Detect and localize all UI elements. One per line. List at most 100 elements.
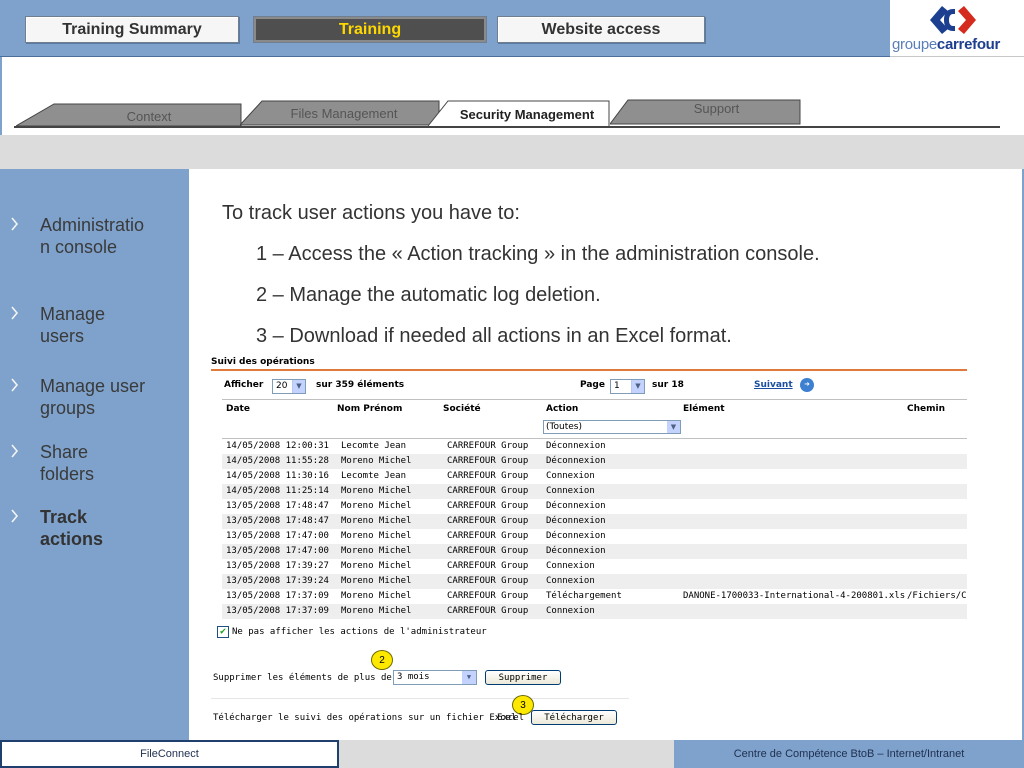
column-header-date[interactable]: Date [226,404,250,414]
cell-name: Moreno Michel [341,531,412,541]
table-row[interactable]: 14/05/2008 11:55:28 Moreno Michel CARREFOU… [222,454,967,469]
cell-action: Connexion [546,471,595,481]
chevron-right-icon [11,217,19,231]
table-row[interactable]: 13/05/2008 17:37:09 Moreno Michel CARREFOU… [222,589,967,604]
tab-security-management[interactable]: Security Management [428,100,610,127]
cell-company: CARREFOUR Group [447,531,529,541]
sidebar-item-administration-console[interactable]: Administration console [0,214,189,258]
table-row[interactable]: 13/05/2008 17:47:00 Moreno Michel CARREFOU… [222,529,967,544]
cell-date: 14/05/2008 11:30:16 [226,471,329,481]
download-button[interactable]: Télécharger [531,710,617,725]
action-filter-select[interactable]: (Toutes) ▼ [543,420,681,434]
intro-text: To track user actions you have to: [222,202,520,224]
table-header: Date Nom Prénom Société Action Elément C… [222,399,967,439]
carrefour-logo: groupecarrefour [890,0,1024,57]
cell-date: 13/05/2008 17:37:09 [226,591,329,601]
cell-action: Déconnexion [546,441,606,451]
page-select[interactable]: 1 ▼ [610,379,645,394]
page-total-text: sur 18 [652,380,684,390]
cell-name: Moreno Michel [341,546,412,556]
column-header-path[interactable]: Chemin [907,404,945,414]
sidebar-item-label: Track actions [40,507,104,549]
cell-date: 13/05/2008 17:48:47 [226,501,329,511]
cell-date: 14/05/2008 11:55:28 [226,456,329,466]
delete-button[interactable]: Supprimer [485,670,561,685]
delete-label: Supprimer les éléments de plus de [213,673,392,683]
hide-admin-label: Ne pas afficher les actions de l'adminis… [232,627,487,637]
table-row[interactable]: 14/05/2008 12:00:31 Lecomte Jean CARREFOUR… [222,439,967,454]
step-1-text: 1 – Access the « Action tracking » in th… [256,243,820,265]
tab-support[interactable]: Support [610,99,801,125]
table-row[interactable]: 13/05/2008 17:39:24 Moreno Michel CARREFOU… [222,574,967,589]
cell-name: Moreno Michel [341,516,412,526]
table-row[interactable]: 13/05/2008 17:47:00 Moreno Michel CARREFOU… [222,544,967,559]
separator-band [0,135,1024,169]
section-divider [211,698,629,699]
chevron-down-icon: ▼ [462,671,476,684]
cell-company: CARREFOUR Group [447,501,529,511]
cell-date: 13/05/2008 17:47:00 [226,546,329,556]
chevron-down-icon: ▼ [631,380,644,393]
table-row[interactable]: 13/05/2008 17:37:09 Moreno Michel CARREFOU… [222,604,967,619]
tab-files-management[interactable]: Files Management [240,100,440,126]
chevron-right-icon [11,509,19,523]
nav-training-summary-button[interactable]: Training Summary [25,16,239,43]
sidebar-item-label: Manage users [40,304,106,346]
column-header-element[interactable]: Elément [683,404,725,414]
cell-action: Connexion [546,576,595,586]
cell-date: 14/05/2008 12:00:31 [226,441,329,451]
cell-date: 14/05/2008 11:25:14 [226,486,329,496]
table-body: 14/05/2008 12:00:31 Lecomte Jean CARREFOUR… [222,439,967,619]
afficher-label: Afficher [224,380,264,390]
cell-company: CARREFOUR Group [447,606,529,616]
download-label: Télécharger le suivi des opérations sur … [213,713,517,723]
cell-company: CARREFOUR Group [447,561,529,571]
cell-company: CARREFOUR Group [447,486,529,496]
footer-organization: Centre de Compétence BtoB – Internet/Int… [674,740,1024,768]
table-row[interactable]: 14/05/2008 11:30:16 Lecomte Jean CARREFOUR… [222,469,967,484]
next-page-link[interactable]: Suivant [754,380,793,390]
callout-badge-2: 2 [371,650,393,670]
cell-action: Déconnexion [546,531,606,541]
main-content: To track user actions you have to: 1 – A… [189,169,1024,740]
tab-context[interactable]: Context [16,103,242,127]
cell-date: 13/05/2008 17:48:47 [226,516,329,526]
cell-name: Moreno Michel [341,591,412,601]
sidebar-item-label: Manage user groups [40,376,146,418]
sidebar-item-track-actions[interactable]: Track actions [0,506,189,550]
carrefour-mark-icon [930,6,976,34]
download-format-text: Excel [497,713,525,723]
action-tracking-screenshot: Suivi des opérations Afficher 20 ▼ sur 3… [211,354,967,740]
cell-company: CARREFOUR Group [447,546,529,556]
nav-website-access-button[interactable]: Website access [497,16,705,43]
cell-name: Moreno Michel [341,561,412,571]
table-row[interactable]: 13/05/2008 17:48:47 Moreno Michel CARREFOU… [222,499,967,514]
next-arrow-icon[interactable]: ➜ [800,378,814,392]
top-nav-bar: Training Summary Training Website access [0,0,890,57]
column-header-company[interactable]: Société [443,404,481,414]
sidebar-item-manage-user-groups[interactable]: Manage user groups [0,375,189,419]
column-header-action[interactable]: Action [546,404,578,414]
cell-action: Connexion [546,486,595,496]
chevron-right-icon [11,306,19,320]
cell-action: Connexion [546,606,595,616]
sidebar-item-manage-users[interactable]: Manage users [0,303,189,347]
table-row[interactable]: 14/05/2008 11:25:14 Moreno Michel CARREFOU… [222,484,967,499]
column-header-name[interactable]: Nom Prénom [337,404,402,414]
slide: Training Summary Training Website access… [0,0,1024,768]
cell-company: CARREFOUR Group [447,576,529,586]
cell-date: 13/05/2008 17:47:00 [226,531,329,541]
title-rule [211,369,967,371]
nav-training-button[interactable]: Training [253,16,487,43]
table-row[interactable]: 13/05/2008 17:39:27 Moreno Michel CARREFOU… [222,559,967,574]
screenshot-title: Suivi des opérations [211,357,315,367]
sidebar-item-share-folders[interactable]: Share folders [0,441,189,485]
chevron-right-icon [11,378,19,392]
page-size-select[interactable]: 20 ▼ [272,379,306,394]
hide-admin-checkbox[interactable]: ✔ [217,626,229,638]
table-row[interactable]: 13/05/2008 17:48:47 Moreno Michel CARREFOU… [222,514,967,529]
sidebar-item-label: Share folders [40,442,95,484]
sidebar-item-label: Administration console [40,215,145,257]
delete-age-select[interactable]: 3 mois ▼ [393,670,477,685]
footer-product-name: FileConnect [0,740,339,768]
